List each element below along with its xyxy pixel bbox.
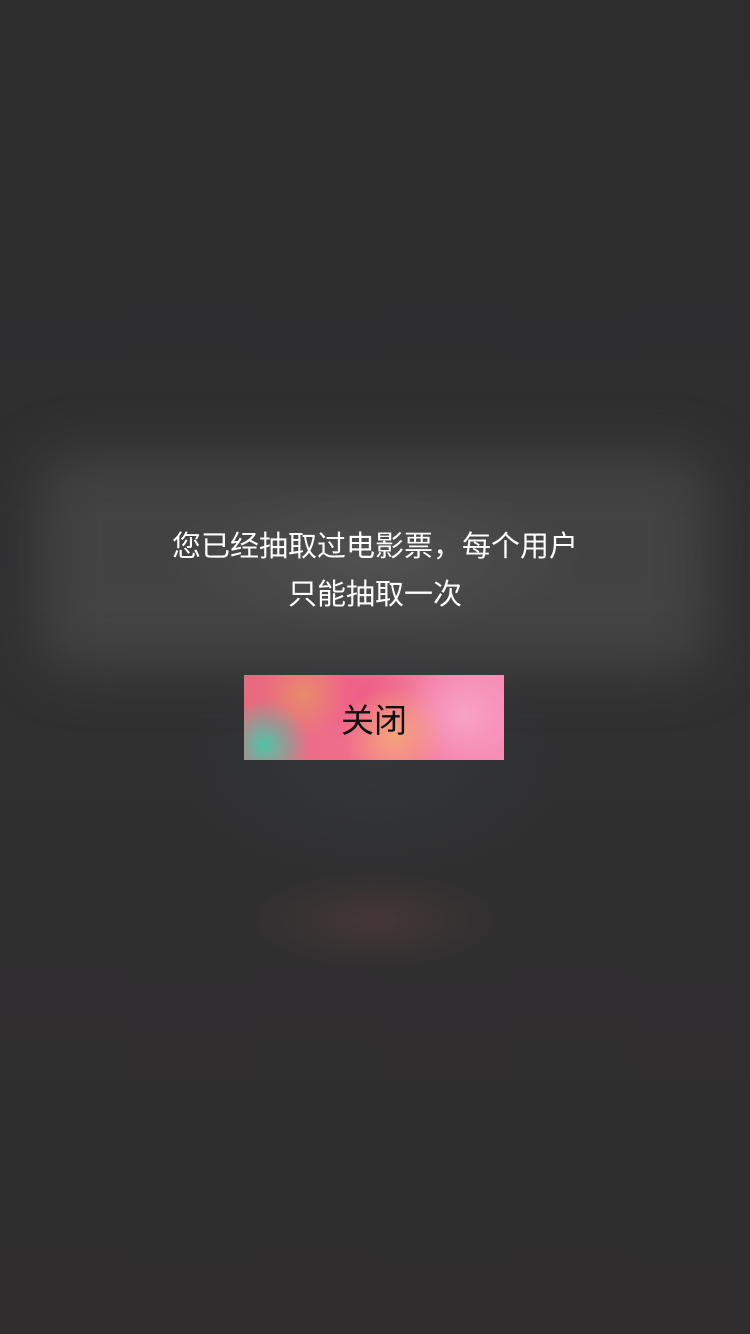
close-button[interactable]: 关闭 — [244, 675, 504, 760]
modal-overlay: 您已经抽取过电影票，每个用户 只能抽取一次 关闭 — [0, 0, 750, 1334]
dialog-message-line-1: 您已经抽取过电影票，每个用户 — [171, 529, 578, 563]
dialog-message-line-2: 只能抽取一次 — [287, 577, 462, 611]
close-button-label: 关闭 — [341, 701, 407, 739]
dialog-message: 您已经抽取过电影票，每个用户 只能抽取一次 — [0, 522, 750, 618]
